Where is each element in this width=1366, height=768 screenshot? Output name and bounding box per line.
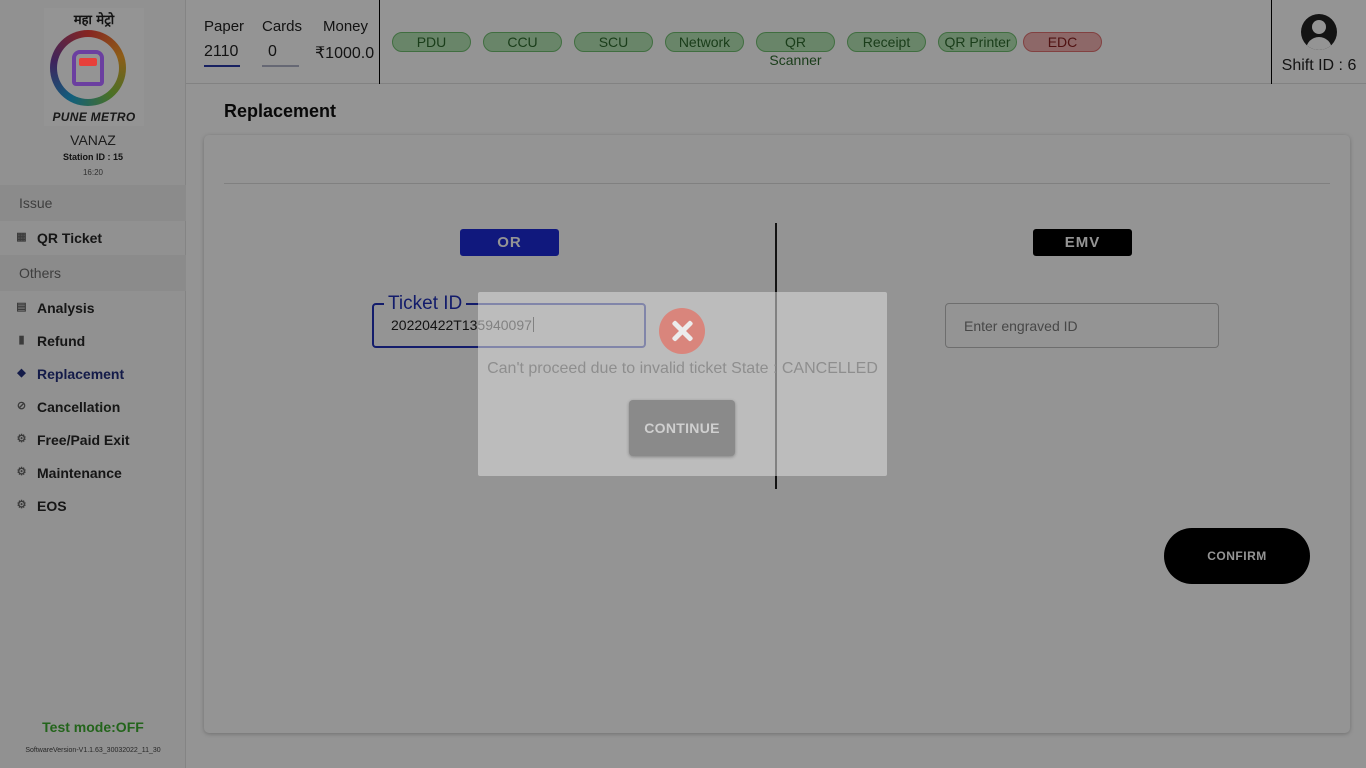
error-dialog: Can't proceed due to invalid ticket Stat… bbox=[478, 292, 887, 476]
error-x-icon bbox=[659, 308, 705, 354]
error-message: Can't proceed due to invalid ticket Stat… bbox=[487, 360, 878, 377]
continue-button[interactable]: CONTINUE bbox=[629, 400, 735, 456]
metro-train-icon bbox=[72, 50, 104, 86]
